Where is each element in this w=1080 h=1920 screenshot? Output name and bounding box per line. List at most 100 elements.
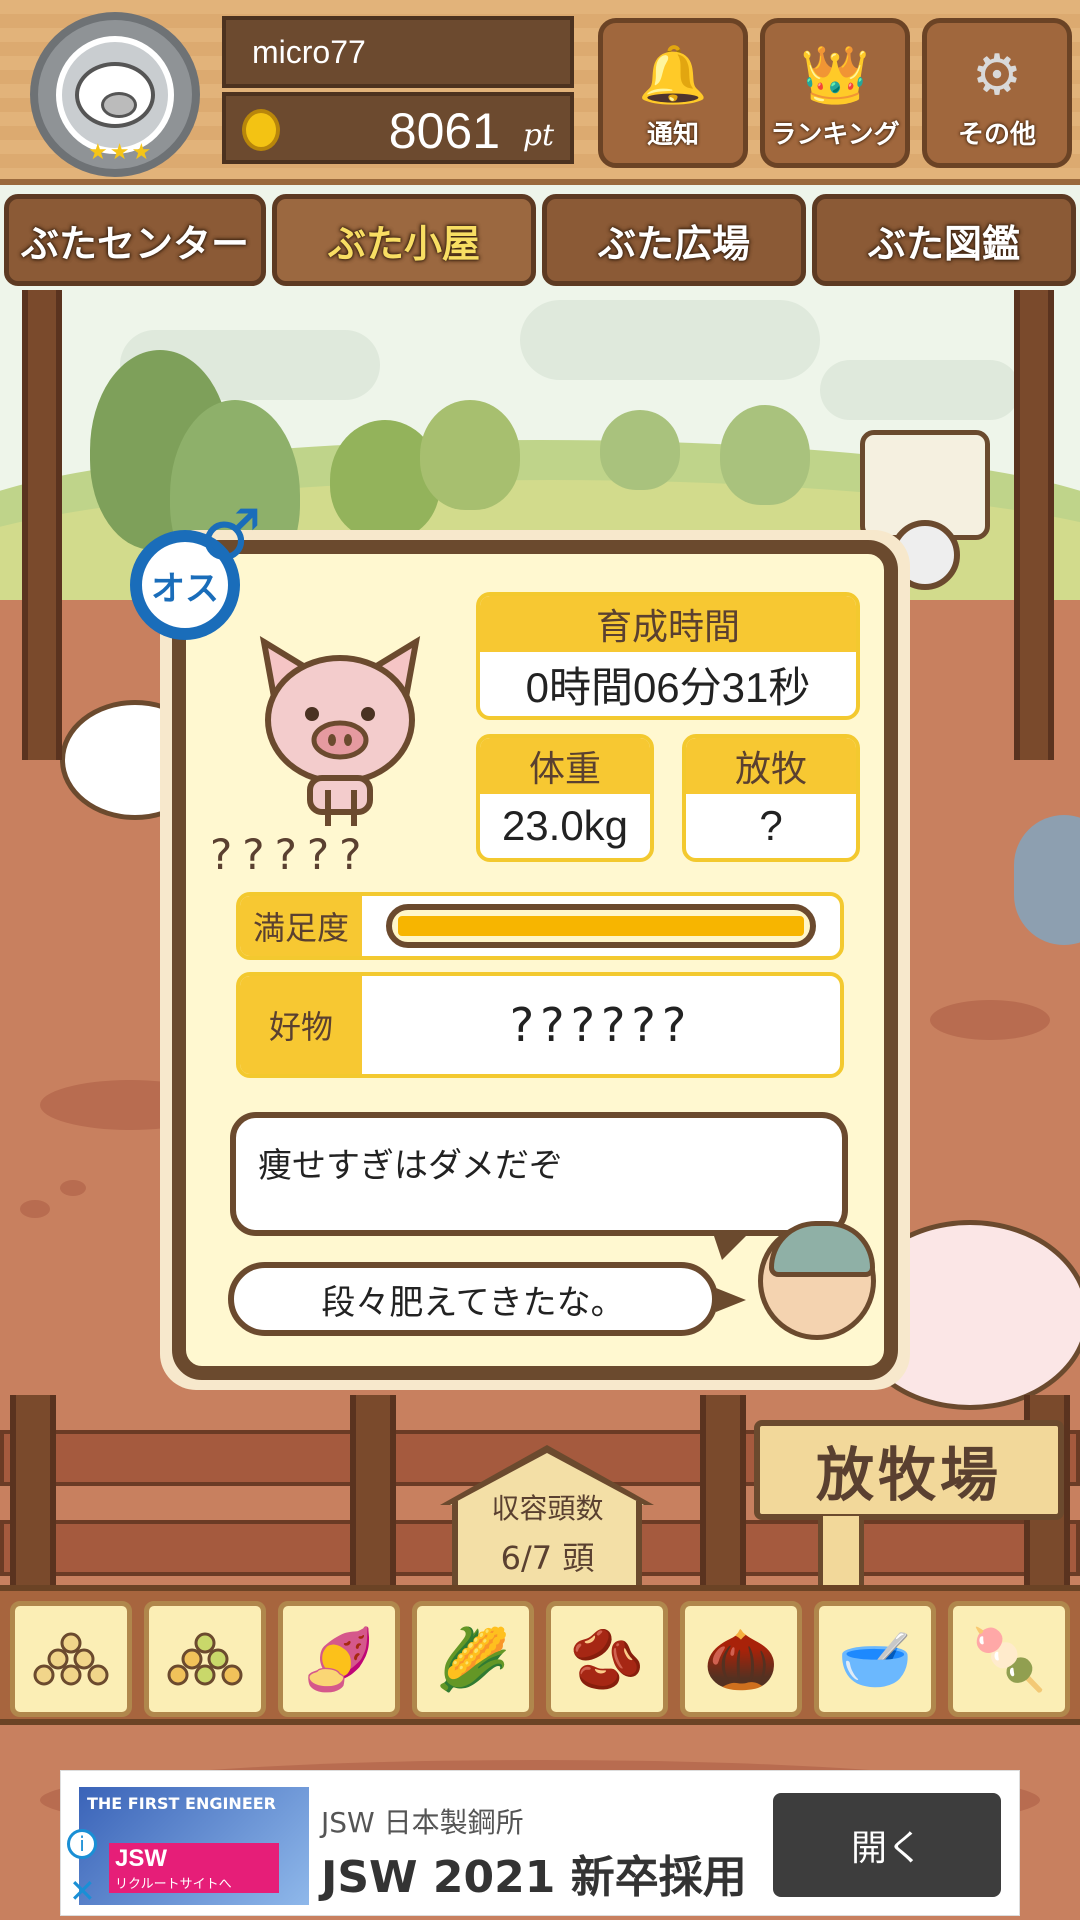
avatar-inner xyxy=(56,35,174,154)
speech-bubble-pig: 痩せすぎはダメだぞ xyxy=(230,1112,848,1260)
fence-post xyxy=(10,1395,56,1595)
cloud xyxy=(820,360,1020,420)
weight-card: 体重 23.0kg xyxy=(476,734,654,862)
favorite-body: ?????? xyxy=(362,976,840,1074)
ranking-label: ランキング xyxy=(770,120,900,150)
tree xyxy=(600,410,680,490)
fence-post xyxy=(700,1395,746,1595)
tab-label: ぶた広場 xyxy=(597,221,750,266)
meatball-plate-icon: 🍡 xyxy=(971,1624,1047,1695)
notification-label: 通知 xyxy=(646,120,699,150)
ad-brand-block: JSW リクルートサイトへ xyxy=(109,1843,279,1893)
header-bar: ★★★ micro77 8061 pt 🔔 通知 👑 ランキング ⚙ その他 xyxy=(0,0,1080,185)
food-slot-meatball-plate[interactable]: 🍡 xyxy=(948,1601,1070,1717)
grain-bowl-icon: 🥣 xyxy=(837,1624,913,1695)
satisfaction-body xyxy=(362,896,840,956)
capacity-sign: 収容頭数 6/7 頭 xyxy=(440,1445,655,1595)
food-slot-grain-pile[interactable] xyxy=(10,1601,132,1717)
ad-info-icon[interactable]: i xyxy=(67,1829,97,1859)
pasture-value: ? xyxy=(759,802,783,849)
tab-buta-hiroba[interactable]: ぶた広場 xyxy=(542,194,806,286)
points-unit: pt xyxy=(522,118,554,153)
speech-text-bottom: 段々肥えてきたな。 xyxy=(321,1282,625,1323)
cloud xyxy=(520,300,820,380)
pasture-sign-post xyxy=(818,1516,864,1596)
pig-face-icon xyxy=(75,61,155,128)
sweet-potato-icon: 🍠 xyxy=(301,1624,377,1695)
points-box: 8061 pt xyxy=(222,92,574,164)
grain-pile-icon xyxy=(33,1632,109,1686)
other-button[interactable]: ⚙ その他 xyxy=(922,18,1072,168)
satisfaction-row: 満足度 xyxy=(236,892,844,960)
growth-time-label: 育成時間 xyxy=(480,596,856,652)
username-box: micro77 xyxy=(222,16,574,88)
pasture-sign-button[interactable]: 放牧場 xyxy=(754,1420,1064,1520)
mixed-grain-icon xyxy=(167,1632,243,1686)
gender-badge: オス ♂ xyxy=(120,500,270,650)
food-slot-acorn[interactable]: 🌰 xyxy=(680,1601,802,1717)
gear-icon: ⚙ xyxy=(971,43,1023,108)
ground-spot xyxy=(60,1180,86,1196)
side-panel-tab[interactable] xyxy=(1014,815,1080,945)
ad-close-icon[interactable]: ✕ xyxy=(69,1875,96,1907)
player-avatar[interactable]: ★★★ xyxy=(30,12,200,177)
favorite-value: ?????? xyxy=(509,998,693,1052)
food-slot-mixed-grain[interactable] xyxy=(144,1601,266,1717)
capacity-label: 収容頭数 xyxy=(491,1492,604,1525)
pasture-sign-label: 放牧場 xyxy=(815,1441,1002,1509)
ground-spot xyxy=(20,1200,50,1218)
favorite-label: 好物 xyxy=(240,976,362,1074)
crown-icon: 👑 xyxy=(800,43,870,108)
farmer-icon xyxy=(758,1221,876,1340)
ad-title: JSW 2021 新卒採用 xyxy=(321,1852,747,1903)
male-arrow-icon: ♂ xyxy=(199,494,262,576)
ad-image[interactable]: THE FIRST ENGINEER JSW リクルートサイトへ xyxy=(79,1787,309,1905)
food-bar: 🍠 🌽 🫘 🌰 🥣 🍡 xyxy=(0,1585,1080,1725)
ground-spot xyxy=(930,1000,1050,1040)
weight-label: 体重 xyxy=(480,738,650,794)
capacity-value: 6/7 頭 xyxy=(500,1539,595,1577)
ad-banner[interactable]: THE FIRST ENGINEER JSW リクルートサイトへ i ✕ JSW… xyxy=(60,1770,1020,1916)
tab-label: ぶた図鑑 xyxy=(867,221,1020,266)
tab-buta-center[interactable]: ぶたセンター xyxy=(4,194,266,286)
food-slot-corn[interactable]: 🌽 xyxy=(412,1601,534,1717)
ad-open-button[interactable]: 開く xyxy=(773,1793,1001,1897)
ad-advertiser: JSW 日本製鋼所 xyxy=(321,1806,524,1839)
notification-button[interactable]: 🔔 通知 xyxy=(598,18,748,168)
points-value: 8061 xyxy=(388,103,500,159)
coin-icon xyxy=(242,109,280,151)
other-label: その他 xyxy=(957,120,1036,150)
bell-icon: 🔔 xyxy=(638,43,708,108)
satisfaction-bar xyxy=(386,904,816,948)
speech-text-top: 痩せすぎはダメだぞ xyxy=(258,1146,563,1186)
tab-buta-zukan[interactable]: ぶた図鑑 xyxy=(812,194,1076,286)
food-slot-sweet-potato[interactable]: 🍠 xyxy=(278,1601,400,1717)
ad-open-label: 開く xyxy=(850,1828,923,1869)
growth-time-card: 育成時間 0時間06分31秒 xyxy=(476,592,860,720)
tab-label: ぶたセンター xyxy=(20,221,249,266)
gate-post-right xyxy=(1014,290,1054,760)
satisfaction-label: 満足度 xyxy=(240,896,362,956)
weight-value: 23.0kg xyxy=(501,802,629,849)
growth-time-value: 0時間06分31秒 xyxy=(525,663,811,711)
tab-buta-koya[interactable]: ぶた小屋 xyxy=(272,194,536,286)
tree xyxy=(420,400,520,510)
ranking-button[interactable]: 👑 ランキング xyxy=(760,18,910,168)
fence-post xyxy=(350,1395,396,1595)
pig-name: ????? xyxy=(210,830,372,879)
soybean-icon: 🫘 xyxy=(569,1624,645,1695)
food-slot-soybean[interactable]: 🫘 xyxy=(546,1601,668,1717)
rank-stars: ★★★ xyxy=(88,140,154,165)
acorn-icon: 🌰 xyxy=(703,1624,779,1695)
main-tabs: ぶたセンター ぶた小屋 ぶた広場 ぶた図鑑 xyxy=(0,190,1080,290)
ad-brand-link: リクルートサイトへ xyxy=(115,1876,232,1892)
pasture-label: 放牧 xyxy=(686,738,856,794)
username: micro77 xyxy=(252,34,366,70)
food-slot-grain-bowl[interactable]: 🥣 xyxy=(814,1601,936,1717)
tree xyxy=(720,405,810,505)
corn-icon: 🌽 xyxy=(435,1624,511,1695)
pig-character[interactable] xyxy=(250,630,430,830)
pasture-card: 放牧 ? xyxy=(682,734,860,862)
satisfaction-bar-fill xyxy=(398,916,804,936)
tab-label: ぶた小屋 xyxy=(327,221,480,266)
